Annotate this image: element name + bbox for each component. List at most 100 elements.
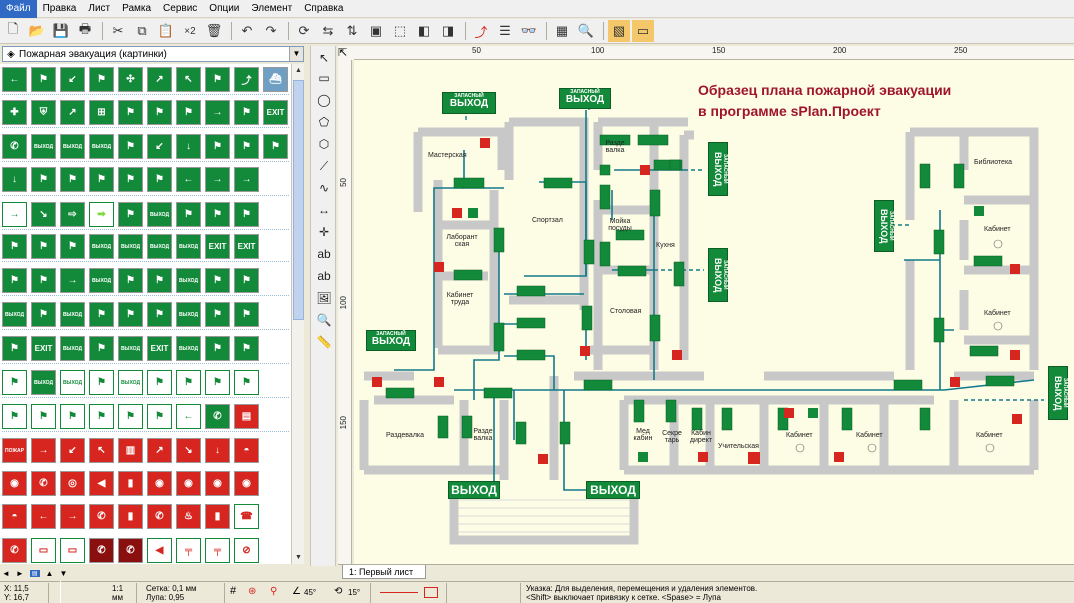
menu-service[interactable]: Сервис [157, 0, 203, 18]
exit-arrow-right-icon[interactable]: → [234, 167, 259, 192]
exit-runner-icon[interactable]: ⚑ [118, 167, 143, 192]
binoculars-icon[interactable]: 👓 [518, 20, 540, 42]
menu-help[interactable]: Справка [298, 0, 349, 18]
list-icon[interactable]: ☰ [494, 20, 516, 42]
fire-label-icon[interactable]: ▭ [60, 538, 85, 563]
polyline-icon[interactable]: ⟋ [314, 156, 334, 176]
fire-hose-icon[interactable]: ◎ [60, 471, 85, 496]
exit-runner-icon[interactable]: ⚑ [31, 302, 56, 327]
evacuation-icon[interactable]: ⤴ [234, 67, 259, 92]
menu-frame[interactable]: Рамка [116, 0, 157, 18]
exit-runner-icon[interactable]: ⚑ [89, 67, 114, 92]
polygon-filled-icon[interactable]: ⬡ [314, 134, 334, 154]
fire-button-icon[interactable]: ◉ [176, 471, 201, 496]
exit-runner-icon[interactable]: ⚑ [2, 370, 27, 395]
menu-file[interactable]: Файл [0, 0, 37, 18]
no-fire-icon[interactable]: ⊘ [234, 538, 259, 563]
exit-runner-icon[interactable]: ⚑ [176, 202, 201, 227]
exit-runner-icon[interactable]: ⚑ [2, 404, 27, 429]
mirror-horizontal-icon[interactable]: ⇆ [317, 20, 339, 42]
fire-hydrant-icon[interactable]: ╤ [205, 538, 230, 563]
frame-icon[interactable]: ▭ [632, 20, 654, 42]
exit-arrow-left-icon[interactable]: ← [176, 404, 201, 429]
fire-label-icon[interactable]: ▭ [31, 538, 56, 563]
zoom-icon[interactable]: 🔍 [575, 20, 597, 42]
tab-sheet-1[interactable]: 1: Первый лист [342, 565, 427, 579]
exit-runner-icon[interactable]: ⚑ [118, 268, 143, 293]
exit-label-icon[interactable]: ВЫХОД [60, 370, 85, 395]
exit-label-icon[interactable]: ВЫХОД [31, 370, 56, 395]
exit-door-icon[interactable]: ⚑ [118, 134, 143, 159]
exit-runner-icon[interactable]: ⚑ [60, 234, 85, 259]
fire-alarm-icon[interactable]: ◓ [234, 438, 259, 463]
exit-runner-icon[interactable]: ⚑ [89, 336, 114, 361]
exit-runner-icon[interactable]: ⚑ [205, 67, 230, 92]
assembly-point-icon[interactable]: ✣ [118, 67, 143, 92]
chevron-down-icon[interactable]: ▼ [289, 47, 303, 61]
exit-runner-icon[interactable]: ⚑ [89, 404, 114, 429]
group-icon[interactable]: ▣ [365, 20, 387, 42]
exit-runner-icon[interactable]: ⚑ [205, 302, 230, 327]
new-file-icon[interactable]: 🗋 [2, 20, 24, 42]
exit-arrow-right-icon[interactable]: → [60, 268, 85, 293]
open-folder-icon[interactable]: 📂 [26, 20, 48, 42]
rotate-angle-icon[interactable]: ⟲ [334, 587, 342, 597]
fire-arrow-icon[interactable]: ↘ [176, 438, 201, 463]
fire-alarm-icon[interactable]: ▤ [234, 404, 259, 429]
fire-horn-icon[interactable]: ◀ [147, 538, 172, 563]
save-icon[interactable]: 💾 [50, 20, 72, 42]
fire-button-icon[interactable]: ◉ [234, 471, 259, 496]
phone-icon[interactable]: ✆ [205, 404, 230, 429]
paste-icon[interactable]: 📋 [155, 20, 177, 42]
exit-runner-icon[interactable]: ⚑ [2, 336, 27, 361]
library-tag-icon[interactable]: ▤ [29, 569, 40, 577]
scroll-up-icon[interactable]: ▲ [292, 64, 305, 77]
fire-hydrant-icon[interactable]: ╤ [176, 538, 201, 563]
exit-label-icon[interactable]: ВЫХОД [176, 302, 201, 327]
exit-label-icon[interactable]: ВЫХОД [118, 234, 143, 259]
fire-button-icon[interactable]: ◉ [147, 471, 172, 496]
drawing-canvas[interactable]: Образец плана пожарной эвакуации в прогр… [354, 60, 1074, 564]
first-aid-icon[interactable]: ✚ [2, 100, 27, 125]
library-next-icon[interactable]: ► [16, 569, 24, 578]
mirror-vertical-icon[interactable]: ⇅ [341, 20, 363, 42]
exit-runner-icon[interactable]: ⚑ [176, 370, 201, 395]
phone-icon[interactable]: ✆ [2, 134, 27, 159]
crosshair-icon[interactable]: ✛ [314, 222, 334, 242]
exit-runner-icon[interactable]: ⚑ [147, 167, 172, 192]
exit-label-icon[interactable]: ВЫХОД [118, 336, 143, 361]
exit-runner-icon[interactable]: ⚑ [118, 302, 143, 327]
exit-runner-icon[interactable]: ⚑ [205, 370, 230, 395]
exit-label-icon[interactable]: ВЫХОД [60, 336, 85, 361]
exit-runner-icon[interactable]: ⚑ [205, 202, 230, 227]
exit-runner-icon[interactable]: ⚑ [31, 404, 56, 429]
redo-icon[interactable]: ↷ [260, 20, 282, 42]
fire-phone-icon[interactable]: ✆ [147, 504, 172, 529]
scroll-down-icon[interactable]: ▼ [292, 551, 305, 564]
exit-arrow-right-icon[interactable]: ⇨ [60, 202, 85, 227]
exit-runner-icon[interactable]: ⚑ [2, 268, 27, 293]
exit-label-icon[interactable]: ВЫХОД [31, 134, 56, 159]
exit-sign-icon[interactable]: EXIT [234, 234, 259, 259]
polygon-icon[interactable]: ⬠ [314, 112, 334, 132]
fire-phone-icon[interactable]: ✆ [89, 504, 114, 529]
fire-phone-icon[interactable]: ☎ [234, 504, 259, 529]
exit-arrow-right-icon[interactable]: → [205, 167, 230, 192]
exit-label-icon[interactable]: ВЫХОД [89, 268, 114, 293]
exit-runner-icon[interactable]: ⚑ [118, 404, 143, 429]
exit-runner-icon[interactable]: ⚑ [263, 134, 288, 159]
exit-door-icon[interactable]: ⚑ [31, 67, 56, 92]
exit-arrow-diagonal-icon[interactable]: ↙ [60, 67, 85, 92]
print-icon[interactable]: 🖶 [74, 20, 96, 42]
exit-runner-icon[interactable]: ⚑ [147, 370, 172, 395]
rotate-icon[interactable]: ⟳ [293, 20, 315, 42]
fire-arrow-icon[interactable]: → [60, 504, 85, 529]
exit-runner-icon[interactable]: ⚑ [205, 134, 230, 159]
fire-button-icon[interactable]: ◉ [205, 471, 230, 496]
fire-extinguisher-icon[interactable]: ▮ [205, 504, 230, 529]
exit-sign-icon[interactable]: EXIT [205, 234, 230, 259]
library-up-icon[interactable]: ▲ [46, 569, 54, 578]
exit-runner-icon[interactable]: ⚑ [147, 404, 172, 429]
menu-element[interactable]: Элемент [245, 0, 298, 18]
snap-icon[interactable]: ⊛ [248, 587, 256, 597]
